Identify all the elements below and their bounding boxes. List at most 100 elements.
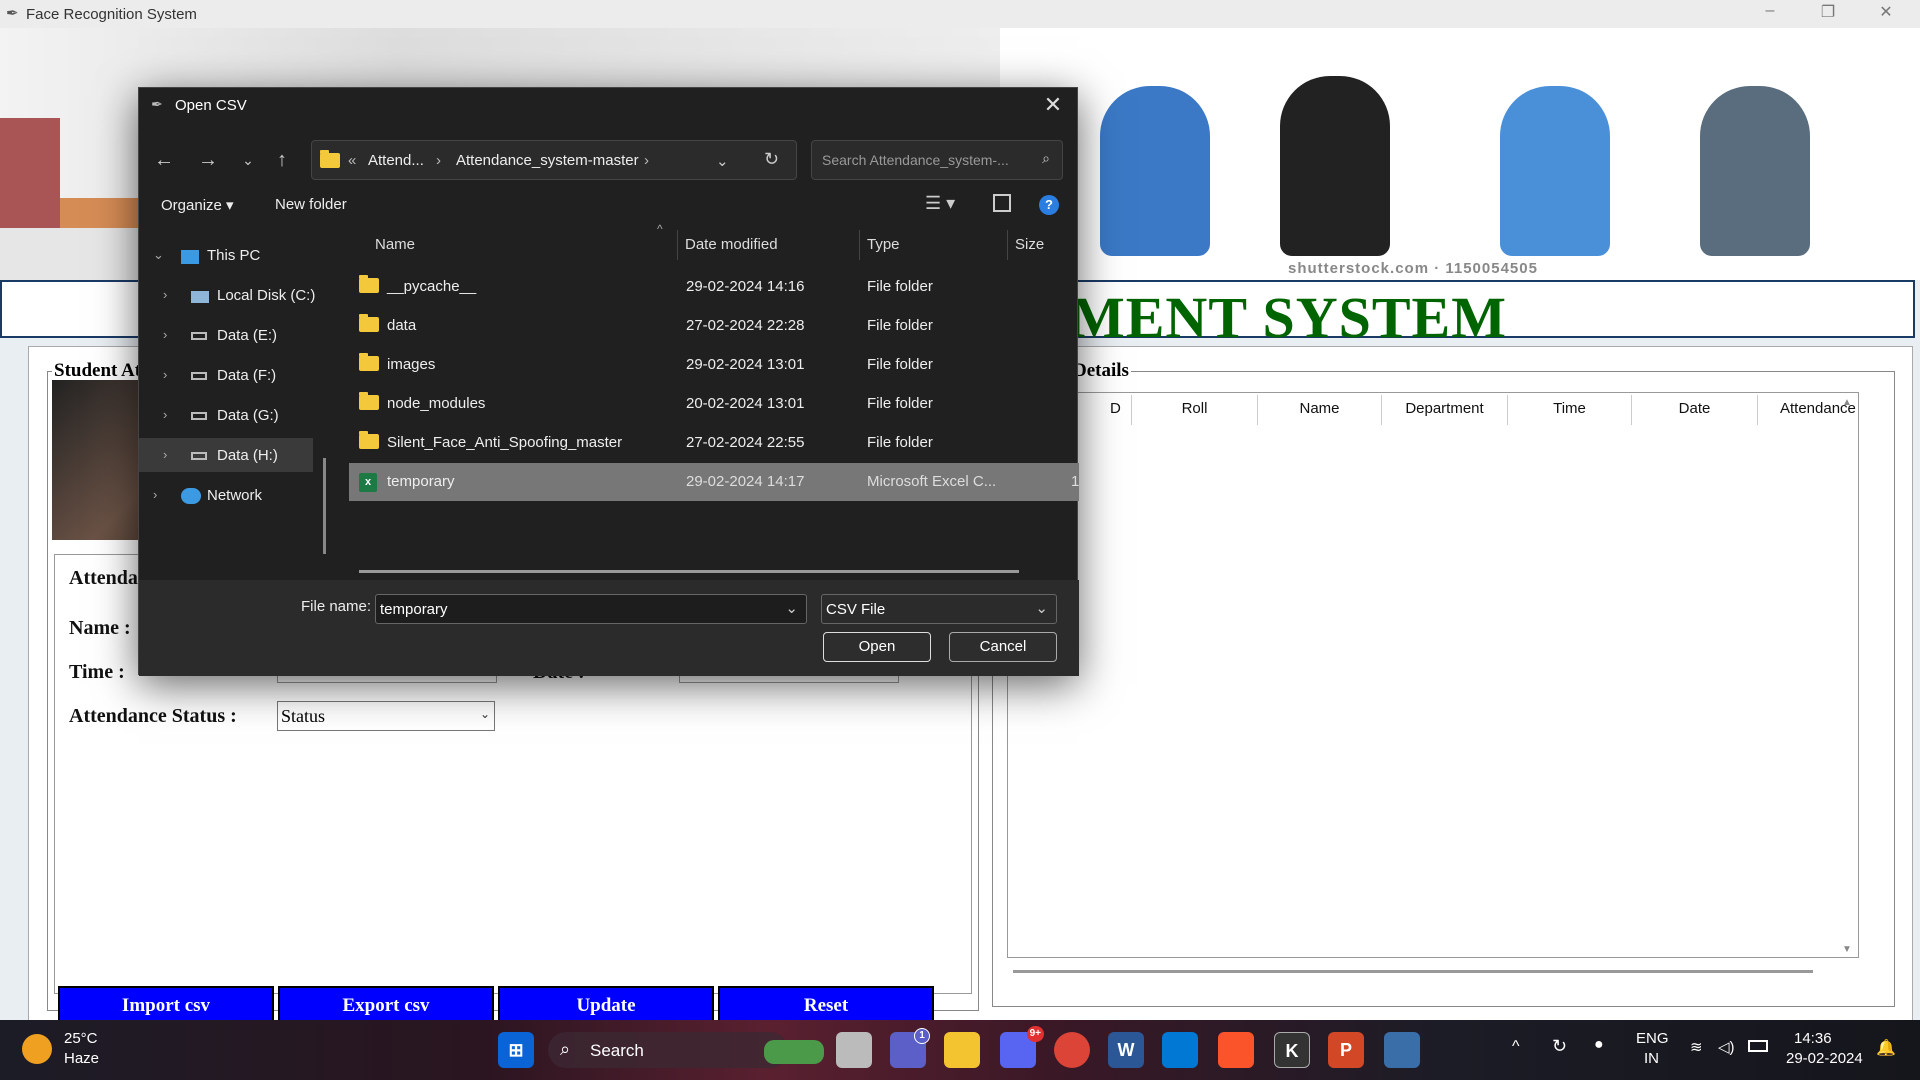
file-row[interactable]: images 29-02-2024 13:01 File folder [349, 346, 1079, 384]
scroll-down-icon[interactable]: ▼ [1842, 944, 1852, 955]
clock-date[interactable]: 29-02-2024 [1786, 1050, 1863, 1067]
tree-item-data-g[interactable]: › Data (G:) [139, 398, 335, 432]
forward-arrow-icon[interactable]: → [193, 146, 223, 176]
back-arrow-icon[interactable]: ← [149, 146, 179, 176]
column-header-attendance[interactable]: Attendance [1758, 395, 1856, 425]
chevron-right-icon[interactable]: › [163, 447, 167, 462]
tree-scrollbar[interactable] [323, 458, 326, 554]
file-row-selected[interactable]: x temporary 29-02-2024 14:17 Microsoft E… [349, 463, 1079, 501]
chevron-right-icon[interactable]: › [163, 407, 167, 422]
preview-pane-icon[interactable] [993, 194, 1011, 212]
language-region[interactable]: IN [1644, 1050, 1659, 1067]
wifi-icon[interactable]: ≋ [1690, 1038, 1703, 1056]
import-csv-button[interactable]: Import csv [58, 986, 274, 1024]
horizontal-scrollbar[interactable] [1013, 970, 1813, 973]
view-options-icon[interactable]: ☰ ▾ [925, 193, 955, 214]
chevron-right-icon[interactable]: › [163, 367, 167, 382]
maximize-button[interactable]: ❐ [1800, 2, 1856, 26]
teams-icon[interactable]: 1 [890, 1028, 930, 1068]
help-icon[interactable]: ? [1039, 195, 1059, 215]
reset-button[interactable]: Reset [718, 986, 934, 1024]
vscode-icon[interactable] [1162, 1032, 1198, 1068]
new-folder-button[interactable]: New folder [275, 196, 347, 213]
volume-icon[interactable]: ◁) [1718, 1038, 1735, 1056]
drive-icon [191, 452, 207, 460]
right-frame-legend: Details [1071, 360, 1131, 382]
file-row[interactable]: Silent_Face_Anti_Spoofing_master 27-02-2… [349, 424, 1079, 462]
discord-icon[interactable]: 9+ [1000, 1026, 1044, 1068]
battery-icon[interactable] [1748, 1040, 1768, 1052]
column-header-department[interactable]: Department [1382, 395, 1508, 425]
column-header-size[interactable]: Size [1015, 236, 1044, 270]
cancel-button[interactable]: Cancel [949, 632, 1057, 662]
column-header-type[interactable]: Type [867, 236, 900, 270]
brave-icon[interactable] [1218, 1032, 1254, 1068]
tree-item-network[interactable]: › Network [139, 478, 335, 512]
export-csv-button[interactable]: Export csv [278, 986, 494, 1024]
update-button[interactable]: Update [498, 986, 714, 1024]
column-header-name[interactable]: Name [375, 236, 415, 270]
tree-item-local-disk-c[interactable]: › Local Disk (C:) [139, 278, 335, 312]
taskbar-search-box[interactable]: ⌕ Search [548, 1032, 824, 1068]
chevron-up-icon[interactable]: ^ [1512, 1038, 1520, 1056]
tree-item-this-pc[interactable]: ⌄ This PC [139, 238, 335, 272]
chevron-down-icon[interactable]: ⌄ [1035, 599, 1048, 617]
python-icon[interactable] [1384, 1032, 1420, 1068]
weather-temp[interactable]: 25°C [64, 1030, 98, 1047]
file-row[interactable]: __pycache__ 29-02-2024 14:16 File folder [349, 268, 1079, 306]
file-explorer-icon[interactable] [944, 1032, 980, 1068]
status-select[interactable]: Status ⌄ [277, 701, 495, 731]
recent-locations-chevron-icon[interactable]: ⌄ [233, 146, 263, 176]
column-header-name[interactable]: Name [1258, 395, 1382, 425]
status-label: Attendance Status : [69, 705, 237, 727]
file-row[interactable]: data 27-02-2024 22:28 File folder [349, 307, 1079, 345]
app-titlebar: ✒ Face Recognition System – ❐ ✕ [0, 0, 1920, 28]
clock-time[interactable]: 14:36 [1794, 1030, 1832, 1047]
address-dropdown-icon[interactable]: ⌄ [716, 152, 729, 170]
tree-item-data-f[interactable]: › Data (F:) [139, 358, 335, 392]
file-list: Name ^ Date modified Type Size __pycache… [339, 222, 1079, 590]
attendance-table[interactable]: D Roll Name Department Time Date Attenda… [1007, 392, 1859, 958]
column-header-date[interactable]: Date [1632, 395, 1758, 425]
column-header-date-modified[interactable]: Date modified [685, 236, 778, 270]
up-arrow-icon[interactable]: ↑ [267, 146, 297, 176]
refresh-icon[interactable]: ↻ [764, 149, 779, 170]
chevron-down-icon[interactable]: ⌄ [153, 247, 164, 263]
file-name-input[interactable]: temporary ⌄ [375, 594, 807, 624]
file-list-horizontal-scrollbar[interactable] [359, 570, 1019, 573]
tree-item-data-e[interactable]: › Data (E:) [139, 318, 335, 352]
word-icon[interactable]: W [1108, 1032, 1144, 1068]
notification-bell-icon[interactable]: 🔔 [1876, 1038, 1896, 1058]
column-header-time[interactable]: Time [1508, 395, 1632, 425]
file-type: File folder [867, 317, 933, 334]
organize-button[interactable]: Organize ▾ [161, 196, 234, 214]
chevron-right-icon[interactable]: › [153, 487, 157, 502]
weather-haze-icon[interactable] [22, 1034, 52, 1064]
minimize-button[interactable]: – [1742, 2, 1798, 26]
vertical-scrollbar[interactable]: ▲ ▼ [1840, 395, 1854, 957]
tree-item-data-h[interactable]: › Data (H:) [139, 438, 313, 472]
address-bar[interactable]: « Attend... › Attendance_system-master ›… [311, 140, 797, 180]
close-dialog-button[interactable]: ✕ [1039, 92, 1067, 120]
scroll-up-icon[interactable]: ▲ [1842, 397, 1852, 408]
path-segment[interactable]: Attendance_system-master [456, 152, 639, 169]
kaggle-icon[interactable]: K [1274, 1032, 1310, 1068]
weather-desc[interactable]: Haze [64, 1050, 99, 1067]
file-row[interactable]: node_modules 20-02-2024 13:01 File folde… [349, 385, 1079, 423]
chevron-down-icon[interactable]: ⌄ [785, 599, 798, 617]
chevron-right-icon[interactable]: › [163, 287, 167, 302]
column-header-roll[interactable]: Roll [1132, 395, 1258, 425]
start-windows-icon[interactable]: ⊞ [498, 1032, 534, 1068]
language-code[interactable]: ENG [1636, 1030, 1669, 1047]
task-view-icon[interactable] [836, 1032, 872, 1068]
search-box[interactable]: Search Attendance_system-... ⌕ [811, 140, 1063, 180]
chrome-icon[interactable] [1054, 1032, 1090, 1068]
sync-icon[interactable]: ↻ [1552, 1036, 1567, 1057]
file-type-select[interactable]: CSV File ⌄ [821, 594, 1057, 624]
close-app-button[interactable]: ✕ [1858, 2, 1914, 26]
chevron-right-icon[interactable]: › [163, 327, 167, 342]
path-segment[interactable]: Attend... [368, 152, 424, 169]
microphone-icon[interactable]: ● [1594, 1036, 1604, 1054]
open-button[interactable]: Open [823, 632, 931, 662]
powerpoint-icon[interactable]: P [1328, 1032, 1364, 1068]
